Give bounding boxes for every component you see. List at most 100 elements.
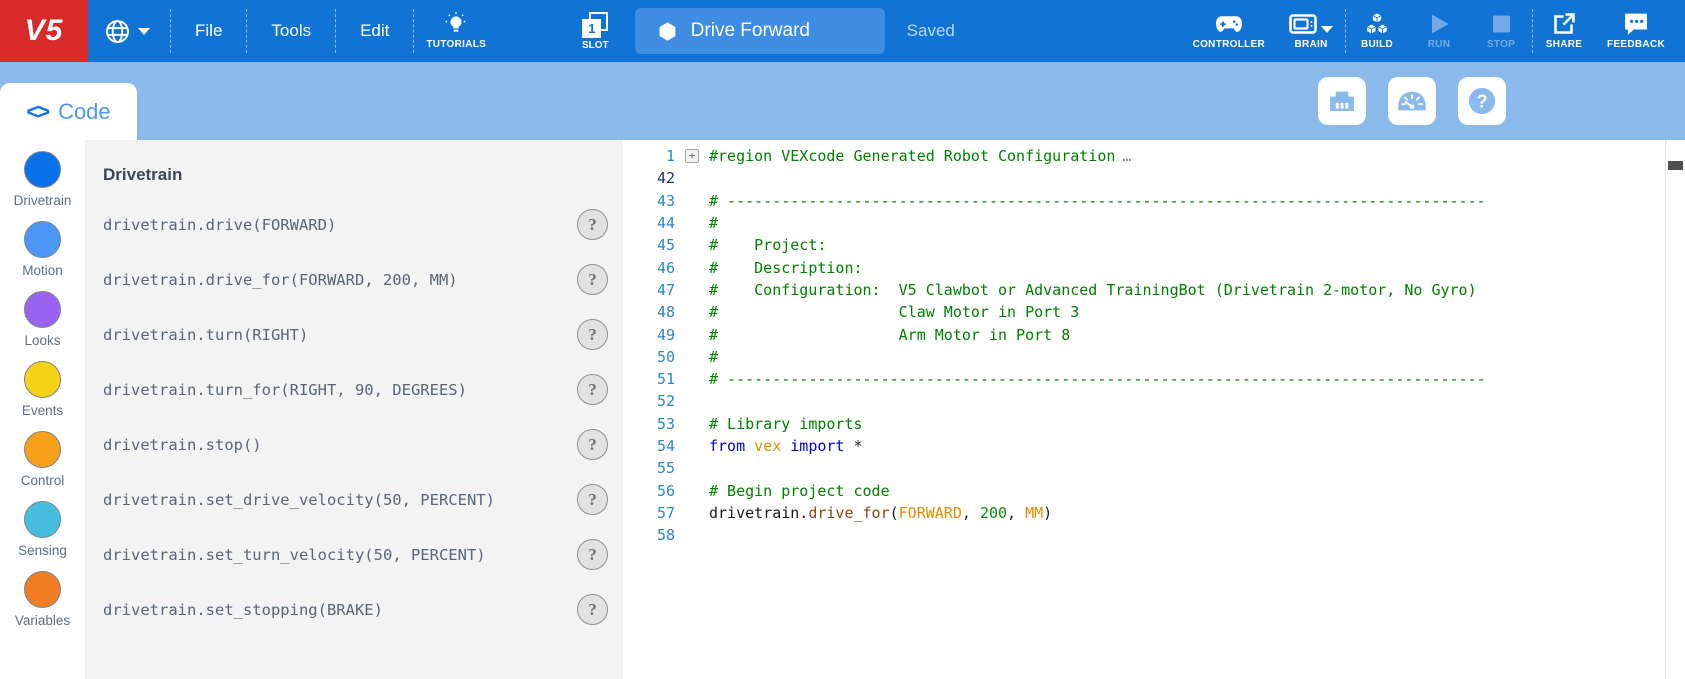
- code-token: # Begin project code: [709, 482, 890, 500]
- code-line: 53# Library imports: [623, 413, 1685, 435]
- category-circle: [24, 501, 61, 538]
- command-text: drivetrain.set_turn_velocity(50, PERCENT…: [103, 546, 486, 564]
- code-line: 57drivetrain.drive_for(FORWARD, 200, MM): [623, 502, 1685, 524]
- code-line: 45# Project:: [623, 234, 1685, 256]
- code-editor[interactable]: 1+#region VEXcode Generated Robot Config…: [623, 140, 1685, 679]
- line-number: 55: [623, 459, 675, 477]
- category-control[interactable]: Control: [0, 431, 85, 501]
- top-toolbar: V5 FileToolsEdit TUTORIALS 1 SLOT Drive …: [0, 0, 1685, 62]
- code-brackets-icon: <>: [26, 99, 48, 125]
- gauge-icon: [1397, 86, 1427, 116]
- chevron-down-icon: [1321, 26, 1333, 33]
- tutorials-button[interactable]: TUTORIALS: [414, 0, 498, 62]
- globe-icon: [104, 18, 131, 45]
- language-menu-button[interactable]: [88, 0, 170, 62]
- help-button[interactable]: ?: [1458, 77, 1506, 125]
- category-label: Looks: [24, 333, 60, 348]
- project-name-button[interactable]: Drive Forward: [635, 8, 885, 54]
- code-line: 42: [623, 167, 1685, 189]
- stop-icon: [1487, 12, 1515, 36]
- command-item[interactable]: drivetrain.stop()?: [86, 417, 623, 472]
- line-number: 43: [623, 192, 675, 210]
- category-label: Events: [22, 403, 63, 418]
- device-info-button[interactable]: [1318, 77, 1366, 125]
- category-label: Control: [21, 473, 65, 488]
- help-button[interactable]: ?: [577, 429, 608, 460]
- dashboard-button[interactable]: [1388, 77, 1436, 125]
- run-icon: [1425, 12, 1453, 36]
- code-token: FORWARD: [899, 504, 962, 522]
- command-item[interactable]: drivetrain.set_drive_velocity(50, PERCEN…: [86, 472, 623, 527]
- editor-scrollbar[interactable]: [1665, 140, 1685, 679]
- command-item[interactable]: drivetrain.turn_for(RIGHT, 90, DEGREES)?: [86, 362, 623, 417]
- category-events[interactable]: Events: [0, 361, 85, 431]
- brain-button[interactable]: BRAIN: [1277, 0, 1345, 62]
- command-item[interactable]: drivetrain.drive_for(FORWARD, 200, MM)?: [86, 252, 623, 307]
- run-button: RUN: [1408, 0, 1470, 62]
- code-token: ): [1043, 504, 1052, 522]
- help-button[interactable]: ?: [577, 484, 608, 515]
- help-button[interactable]: ?: [577, 539, 608, 570]
- code-token: # Arm Motor in Port 8: [709, 326, 1070, 344]
- category-circle: [24, 151, 61, 188]
- menu-edit[interactable]: Edit: [336, 0, 413, 62]
- code-line: 56# Begin project code: [623, 479, 1685, 501]
- code-line: 50#: [623, 346, 1685, 368]
- command-item[interactable]: drivetrain.turn(RIGHT)?: [86, 307, 623, 362]
- line-number: 49: [623, 326, 675, 344]
- controller-button[interactable]: CONTROLLER: [1181, 0, 1277, 62]
- controller-icon: [1215, 12, 1243, 36]
- line-number: 52: [623, 392, 675, 410]
- feedback-icon: [1622, 12, 1650, 36]
- slot-button[interactable]: 1 SLOT: [572, 12, 619, 51]
- command-text: drivetrain.set_drive_velocity(50, PERCEN…: [103, 491, 495, 509]
- run-label: RUN: [1428, 39, 1451, 50]
- help-button[interactable]: ?: [577, 264, 608, 295]
- command-text: drivetrain.set_stopping(BRAKE): [103, 601, 383, 619]
- code-token: #: [709, 214, 718, 232]
- menu-file[interactable]: File: [171, 0, 246, 62]
- code-line: 46# Description:: [623, 256, 1685, 278]
- category-looks[interactable]: Looks: [0, 291, 85, 361]
- code-token: #region VEXcode Generated Robot Configur…: [709, 147, 1115, 165]
- help-button[interactable]: ?: [577, 319, 608, 350]
- code-token: from: [709, 437, 745, 455]
- help-button[interactable]: ?: [577, 209, 608, 240]
- brain-label: BRAIN: [1294, 39, 1327, 50]
- category-variables[interactable]: Variables: [0, 571, 85, 641]
- command-text: drivetrain.stop(): [103, 436, 262, 454]
- category-circle: [24, 221, 61, 258]
- category-drivetrain[interactable]: Drivetrain: [0, 151, 85, 221]
- command-item[interactable]: drivetrain.drive(FORWARD)?: [86, 197, 623, 252]
- line-number: 51: [623, 370, 675, 388]
- command-item[interactable]: drivetrain.set_turn_velocity(50, PERCENT…: [86, 527, 623, 582]
- build-button[interactable]: BUILD: [1346, 0, 1408, 62]
- code-line: 43 # ------------------------------------…: [623, 190, 1685, 212]
- fold-toggle-icon[interactable]: +: [685, 149, 699, 163]
- command-text: drivetrain.turn_for(RIGHT, 90, DEGREES): [103, 381, 467, 399]
- build-label: BUILD: [1361, 39, 1393, 50]
- share-button[interactable]: SHARE: [1533, 0, 1595, 62]
- code-token: vex: [754, 437, 781, 455]
- feedback-button[interactable]: FEEDBACK: [1595, 0, 1677, 62]
- line-number: 45: [623, 236, 675, 254]
- code-token: [745, 437, 754, 455]
- menu-tools[interactable]: Tools: [247, 0, 335, 62]
- category-motion[interactable]: Motion: [0, 221, 85, 291]
- category-circle: [24, 361, 61, 398]
- code-token: # Library imports: [709, 415, 863, 433]
- code-line: 48# Claw Motor in Port 3: [623, 301, 1685, 323]
- scrollbar-thumb[interactable]: [1668, 161, 1683, 170]
- code-token: # --------------------------------------…: [709, 192, 1486, 210]
- stop-button: STOP: [1470, 0, 1532, 62]
- tab-code[interactable]: <> Code: [0, 83, 137, 140]
- code-line: 58: [623, 524, 1685, 546]
- command-item[interactable]: drivetrain.set_stopping(BRAKE)?: [86, 582, 623, 637]
- help-button[interactable]: ?: [577, 594, 608, 625]
- help-button[interactable]: ?: [577, 374, 608, 405]
- code-token: # --------------------------------------…: [709, 370, 1486, 388]
- main-area: DrivetrainMotion Looks Events Control Sensin…: [0, 140, 1685, 679]
- category-label: Sensing: [18, 543, 67, 558]
- category-sensing[interactable]: Sensing: [0, 501, 85, 571]
- code-token: import: [790, 437, 844, 455]
